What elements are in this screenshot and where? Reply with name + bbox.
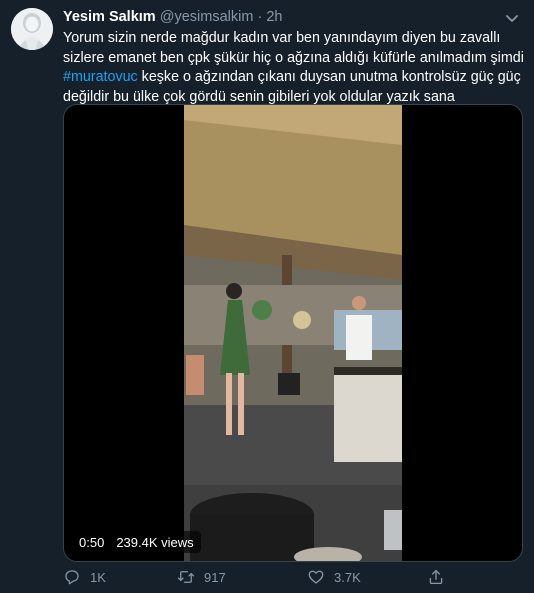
video-frame xyxy=(184,105,402,561)
author-handle[interactable]: @yesimsalkim xyxy=(160,9,254,25)
tweet-text: Yorum sizin nerde mağdur kadın var ben y… xyxy=(63,29,525,107)
more-options-button[interactable] xyxy=(504,10,520,26)
separator-dot: · xyxy=(257,9,263,25)
retweet-icon xyxy=(177,571,195,583)
tweet-timestamp[interactable]: 2h xyxy=(266,9,282,25)
tweet-actions: 1K 917 3.7K xyxy=(63,568,463,588)
like-count: 3.7K xyxy=(334,569,361,585)
reply-button[interactable]: 1K xyxy=(63,568,106,586)
chevron-down-icon xyxy=(506,15,518,22)
author-name[interactable]: Yesim Salkım xyxy=(63,9,156,25)
video-elapsed-time: 0:50 xyxy=(79,534,105,550)
tweet-text-part1: Yorum sizin nerde mağdur kadın var ben y… xyxy=(63,30,524,66)
reply-icon xyxy=(65,570,79,585)
share-icon xyxy=(429,569,443,585)
author-avatar[interactable] xyxy=(11,8,53,50)
tweet-header: Yesim Salkım @yesimsalkim · 2h xyxy=(63,9,498,26)
video-player[interactable]: 0:50 239.4K views xyxy=(63,104,523,562)
retweet-count: 917 xyxy=(204,569,226,585)
heart-icon xyxy=(308,570,324,584)
share-button[interactable] xyxy=(427,568,445,586)
hashtag-link[interactable]: #muratovuc xyxy=(63,69,138,85)
avatar-image xyxy=(11,8,53,50)
video-stats-overlay: 0:50 239.4K views xyxy=(72,531,201,553)
video-view-count: 239.4K views xyxy=(116,534,194,550)
reply-count: 1K xyxy=(90,569,106,585)
retweet-button[interactable]: 917 xyxy=(177,568,226,586)
like-button[interactable]: 3.7K xyxy=(307,568,361,586)
